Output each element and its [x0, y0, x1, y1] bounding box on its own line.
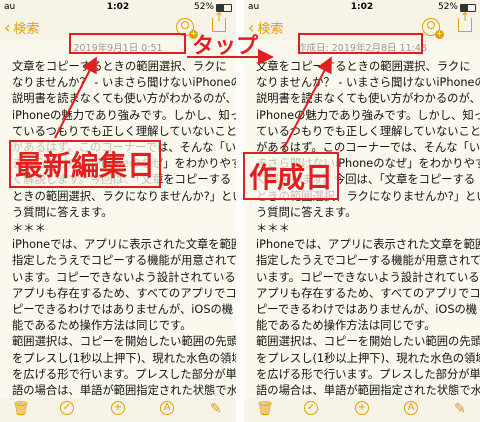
checklist-icon[interactable]: ✓	[60, 401, 74, 415]
note-line[interactable]: iPhoneでは、アプリに表示された文章を範囲	[0, 237, 236, 253]
add-icon[interactable]: +	[355, 401, 369, 415]
note-line[interactable]: 語の場合は、単語が範囲指定された状態で水	[244, 383, 480, 398]
note-line[interactable]: 指定したうえでコピーする機能が用意されて	[244, 253, 480, 269]
note-line[interactable]: ＊＊＊	[0, 221, 236, 237]
note-line[interactable]: なりませんか？ - いまさら聞けないiPhoneのなぜ	[244, 75, 480, 91]
battery-percent: 52%	[193, 2, 214, 12]
chevron-left-icon: ‹	[4, 18, 11, 37]
note-text[interactable]: 文章をコピーするときの範囲選択、ラクに なりませんか？ - いまさら聞けないiPh…	[0, 59, 236, 398]
note-line[interactable]: をプレスし(1秒以上押下)、現れた水色の領域	[0, 351, 236, 367]
note-line[interactable]: iPhoneの魅力であり強みです。しかし、知っ	[244, 108, 480, 124]
left-note-screen: au 1:02 52% ‹検索 2019年9月1日 0:51 文章をコピーすると…	[0, 0, 236, 422]
note-line[interactable]: なりませんか？ - いまさら聞けないiPhoneのなぜ	[0, 75, 236, 91]
note-line[interactable]: を広げる形で行います。プレスした部分が単	[0, 367, 236, 383]
note-line[interactable]: 語の場合は、単語が範囲指定された状態で水	[0, 383, 236, 398]
note-line[interactable]: 能であるため操作方法は同じです。	[0, 318, 236, 334]
status-bar: au 1:02 52%	[0, 0, 236, 14]
markup-icon[interactable]: A	[160, 401, 174, 415]
note-line[interactable]: 説明書を読まなくても使い方がわかるのが、	[0, 91, 236, 107]
status-bar: au 1:02 52%	[244, 0, 480, 14]
note-line[interactable]: ときの範囲選択、ラクになりませんか?」とい	[0, 189, 236, 205]
battery-percent: 52%	[437, 2, 458, 12]
note-line[interactable]: を広げる形で行います。プレスした部分が単	[244, 367, 480, 383]
bottom-toolbar: 🗑 ✓ + A ✎	[244, 398, 480, 422]
compose-icon[interactable]: ✎	[210, 401, 222, 417]
note-line[interactable]: 文章をコピーするときの範囲選択、ラクに	[0, 59, 236, 75]
markup-icon[interactable]: A	[404, 401, 418, 415]
note-line[interactable]: iPhoneの魅力であり強みです。しかし、知っ	[0, 108, 236, 124]
note-line[interactable]: ているつもりでも正しく理解していないこと	[0, 124, 236, 140]
note-line[interactable]: ピーできるわけではありませんが、iOSの機	[0, 302, 236, 318]
tap-annotation: タップ	[192, 34, 259, 59]
right-note-screen: au 1:02 52% ‹検索 作成日: 2019年2月8日 11:48 文章を…	[244, 0, 480, 422]
created-annotation: 作成日	[243, 152, 340, 200]
note-line[interactable]: います。コピーできないよう設計されている	[0, 270, 236, 286]
note-line[interactable]: アプリも存在するため、すべてのアプリでコ	[0, 286, 236, 302]
note-body[interactable]: 2019年9月1日 0:51 文章をコピーするときの範囲選択、ラクに なりませんか…	[0, 40, 236, 398]
note-line[interactable]: ピーできるわけではありませんが、iOSの機	[244, 302, 480, 318]
note-line[interactable]: アプリも存在するため、すべてのアプリでコ	[244, 286, 480, 302]
bottom-toolbar: 🗑 ✓ + A ✎	[0, 398, 236, 422]
note-line[interactable]: う質問に答えます。	[244, 205, 480, 221]
note-body[interactable]: 作成日: 2019年2月8日 11:48 文章をコピーするときの範囲選択、ラクに…	[244, 40, 480, 398]
add-person-icon[interactable]	[422, 18, 444, 39]
back-label: 検索	[13, 22, 40, 37]
back-label: 検索	[257, 22, 284, 37]
note-line[interactable]: ＊＊＊	[244, 221, 480, 237]
last-edited-highlight-box	[69, 33, 186, 54]
note-line[interactable]: 文章をコピーするときの範囲選択、ラクに	[244, 59, 480, 75]
trash-icon[interactable]: 🗑	[12, 401, 30, 417]
note-line[interactable]: います。コピーできないよう設計されている	[244, 270, 480, 286]
note-text[interactable]: 文章をコピーするときの範囲選択、ラクに なりませんか？ - いまさら聞けないiPh…	[244, 59, 480, 398]
note-line[interactable]: ているつもりでも正しく理解していないこと	[244, 124, 480, 140]
note-line[interactable]: 能であるため操作方法は同じです。	[244, 318, 480, 334]
note-line[interactable]: う質問に答えます。	[0, 205, 236, 221]
note-line[interactable]: をプレスし(1秒以上押下)、現れた水色の領域	[244, 351, 480, 367]
note-line[interactable]: 説明書を読まなくても使い方がわかるのが、	[244, 91, 480, 107]
back-button[interactable]: ‹ 検索	[4, 18, 39, 37]
last-edited-annotation: 最新編集日	[9, 140, 162, 188]
note-line[interactable]: iPhoneでは、アプリに表示された文章を範囲	[244, 237, 480, 253]
note-line[interactable]: 指定したうえでコピーする機能が用意されて	[0, 253, 236, 269]
created-date-highlight-box	[298, 33, 423, 54]
note-line[interactable]: 範囲選択は、コピーを開始したい範囲の先頭	[244, 334, 480, 350]
note-line[interactable]: 範囲選択は、コピーを開始したい範囲の先頭	[0, 334, 236, 350]
trash-icon[interactable]: 🗑	[256, 401, 274, 417]
checklist-icon[interactable]: ✓	[304, 401, 318, 415]
compose-icon[interactable]: ✎	[454, 401, 466, 417]
divider	[236, 0, 244, 422]
share-icon[interactable]	[458, 10, 472, 32]
add-icon[interactable]: +	[111, 401, 125, 415]
